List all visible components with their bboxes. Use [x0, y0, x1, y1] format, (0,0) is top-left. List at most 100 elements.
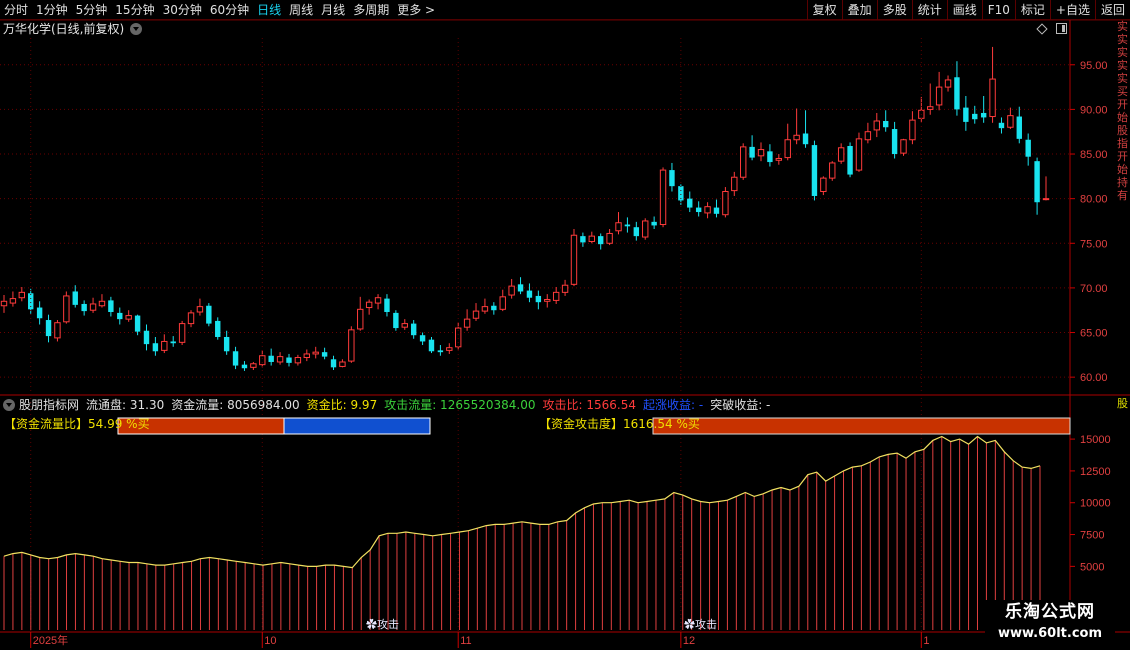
- candle: [561, 279, 569, 296]
- candle: [891, 121, 898, 159]
- candle-body: [1034, 161, 1040, 203]
- candle: [864, 122, 872, 144]
- indicator-menu-icon[interactable]: [3, 399, 15, 411]
- candle: [526, 283, 533, 303]
- candle: [437, 345, 444, 356]
- date-label: 10: [264, 635, 276, 647]
- candle-body: [588, 235, 595, 242]
- candle-body: [365, 301, 373, 309]
- candle-body: [18, 291, 26, 299]
- candle-body: [250, 363, 257, 368]
- candle: [72, 285, 78, 308]
- watermark: 乐淘公式网 www.60lt.com: [985, 600, 1115, 648]
- candle: [784, 123, 791, 161]
- price-tick-label: 80.00: [1080, 194, 1108, 206]
- candle: [775, 154, 783, 165]
- watermark-url: www.60lt.com: [997, 626, 1103, 641]
- candle: [739, 143, 747, 180]
- candle-body: [598, 236, 604, 245]
- candle: [36, 301, 43, 325]
- candle-body: [330, 359, 337, 368]
- candle: [659, 167, 667, 228]
- candle-body: [687, 198, 693, 208]
- attack-degree-label: 【资金攻击度】1616.54 %买: [539, 417, 700, 431]
- candle: [365, 299, 373, 315]
- candle: [419, 332, 426, 346]
- candle-body: [125, 315, 132, 320]
- candle: [588, 231, 595, 244]
- candle-body: [793, 134, 800, 141]
- price-tick-label: 60.00: [1080, 372, 1108, 384]
- price-tick-label: 85.00: [1080, 149, 1108, 161]
- attack-degree-bar: [652, 417, 1071, 435]
- candle: [633, 221, 640, 241]
- date-label: 2025年: [33, 633, 68, 647]
- date-label: 12: [683, 635, 695, 647]
- candle: [980, 96, 987, 123]
- candle: [722, 187, 729, 218]
- candle: [972, 105, 978, 124]
- candle: [446, 343, 453, 354]
- candle: [517, 277, 524, 295]
- candle: [499, 289, 506, 312]
- candle-body: [704, 206, 711, 214]
- candlestick-chart[interactable]: 95.00 90.00 85.00 80.00 75.00 70.00 65.00 60.00…: [0, 0, 1130, 650]
- indicator-value-1: 资金流量: 8056984.00: [171, 398, 300, 412]
- candle-body: [972, 113, 978, 120]
- candle-body: [642, 220, 649, 238]
- candle-body: [909, 119, 916, 141]
- candle-body: [944, 79, 952, 88]
- candle: [624, 217, 631, 233]
- candle-body: [580, 236, 586, 243]
- candle-body: [374, 297, 382, 304]
- indicator-name[interactable]: 股朋指标网: [19, 397, 79, 413]
- candle: [321, 347, 328, 360]
- candle: [0, 295, 8, 313]
- candle: [508, 278, 515, 299]
- candle-body: [847, 145, 853, 175]
- attack-marker: ✿攻击: [684, 617, 717, 631]
- candle-body: [802, 133, 809, 145]
- candle-body: [544, 299, 551, 302]
- candle-body: [811, 145, 818, 196]
- candle-body: [695, 207, 702, 213]
- candle-body: [0, 300, 8, 307]
- candle-body: [526, 290, 533, 298]
- candle: [580, 232, 586, 247]
- attack-marker: ✿攻击: [366, 617, 399, 631]
- candle: [98, 294, 106, 308]
- candle: [544, 294, 551, 308]
- candle: [669, 162, 675, 192]
- candle: [829, 161, 836, 181]
- candle-body: [615, 222, 622, 232]
- candle: [196, 298, 204, 316]
- indicator-tick-label: 10000: [1080, 498, 1111, 510]
- candle-body: [303, 353, 311, 359]
- candle-body: [419, 335, 426, 342]
- candle-body: [196, 306, 204, 313]
- candle-body: [384, 298, 390, 312]
- candle-body: [223, 336, 230, 352]
- indicator-tick-label: 12500: [1080, 466, 1111, 478]
- candle: [855, 132, 863, 172]
- candle-body: [1007, 115, 1014, 128]
- candle-body: [410, 323, 417, 336]
- candle-body: [749, 146, 755, 158]
- candle: [472, 303, 480, 321]
- candle-body: [713, 207, 720, 214]
- candle-body: [428, 339, 435, 352]
- candle-body: [659, 169, 667, 226]
- candle: [312, 346, 319, 359]
- candle-body: [45, 320, 52, 337]
- candle-body: [1025, 139, 1031, 157]
- candle-body: [178, 323, 186, 343]
- candle: [713, 199, 720, 218]
- candle-body: [54, 322, 61, 339]
- candle: [606, 228, 613, 246]
- candle-body: [98, 300, 106, 307]
- candle: [900, 138, 907, 156]
- candle-body: [963, 107, 969, 122]
- candle: [1007, 107, 1014, 130]
- candle-body: [81, 303, 87, 312]
- candle-body: [570, 234, 578, 285]
